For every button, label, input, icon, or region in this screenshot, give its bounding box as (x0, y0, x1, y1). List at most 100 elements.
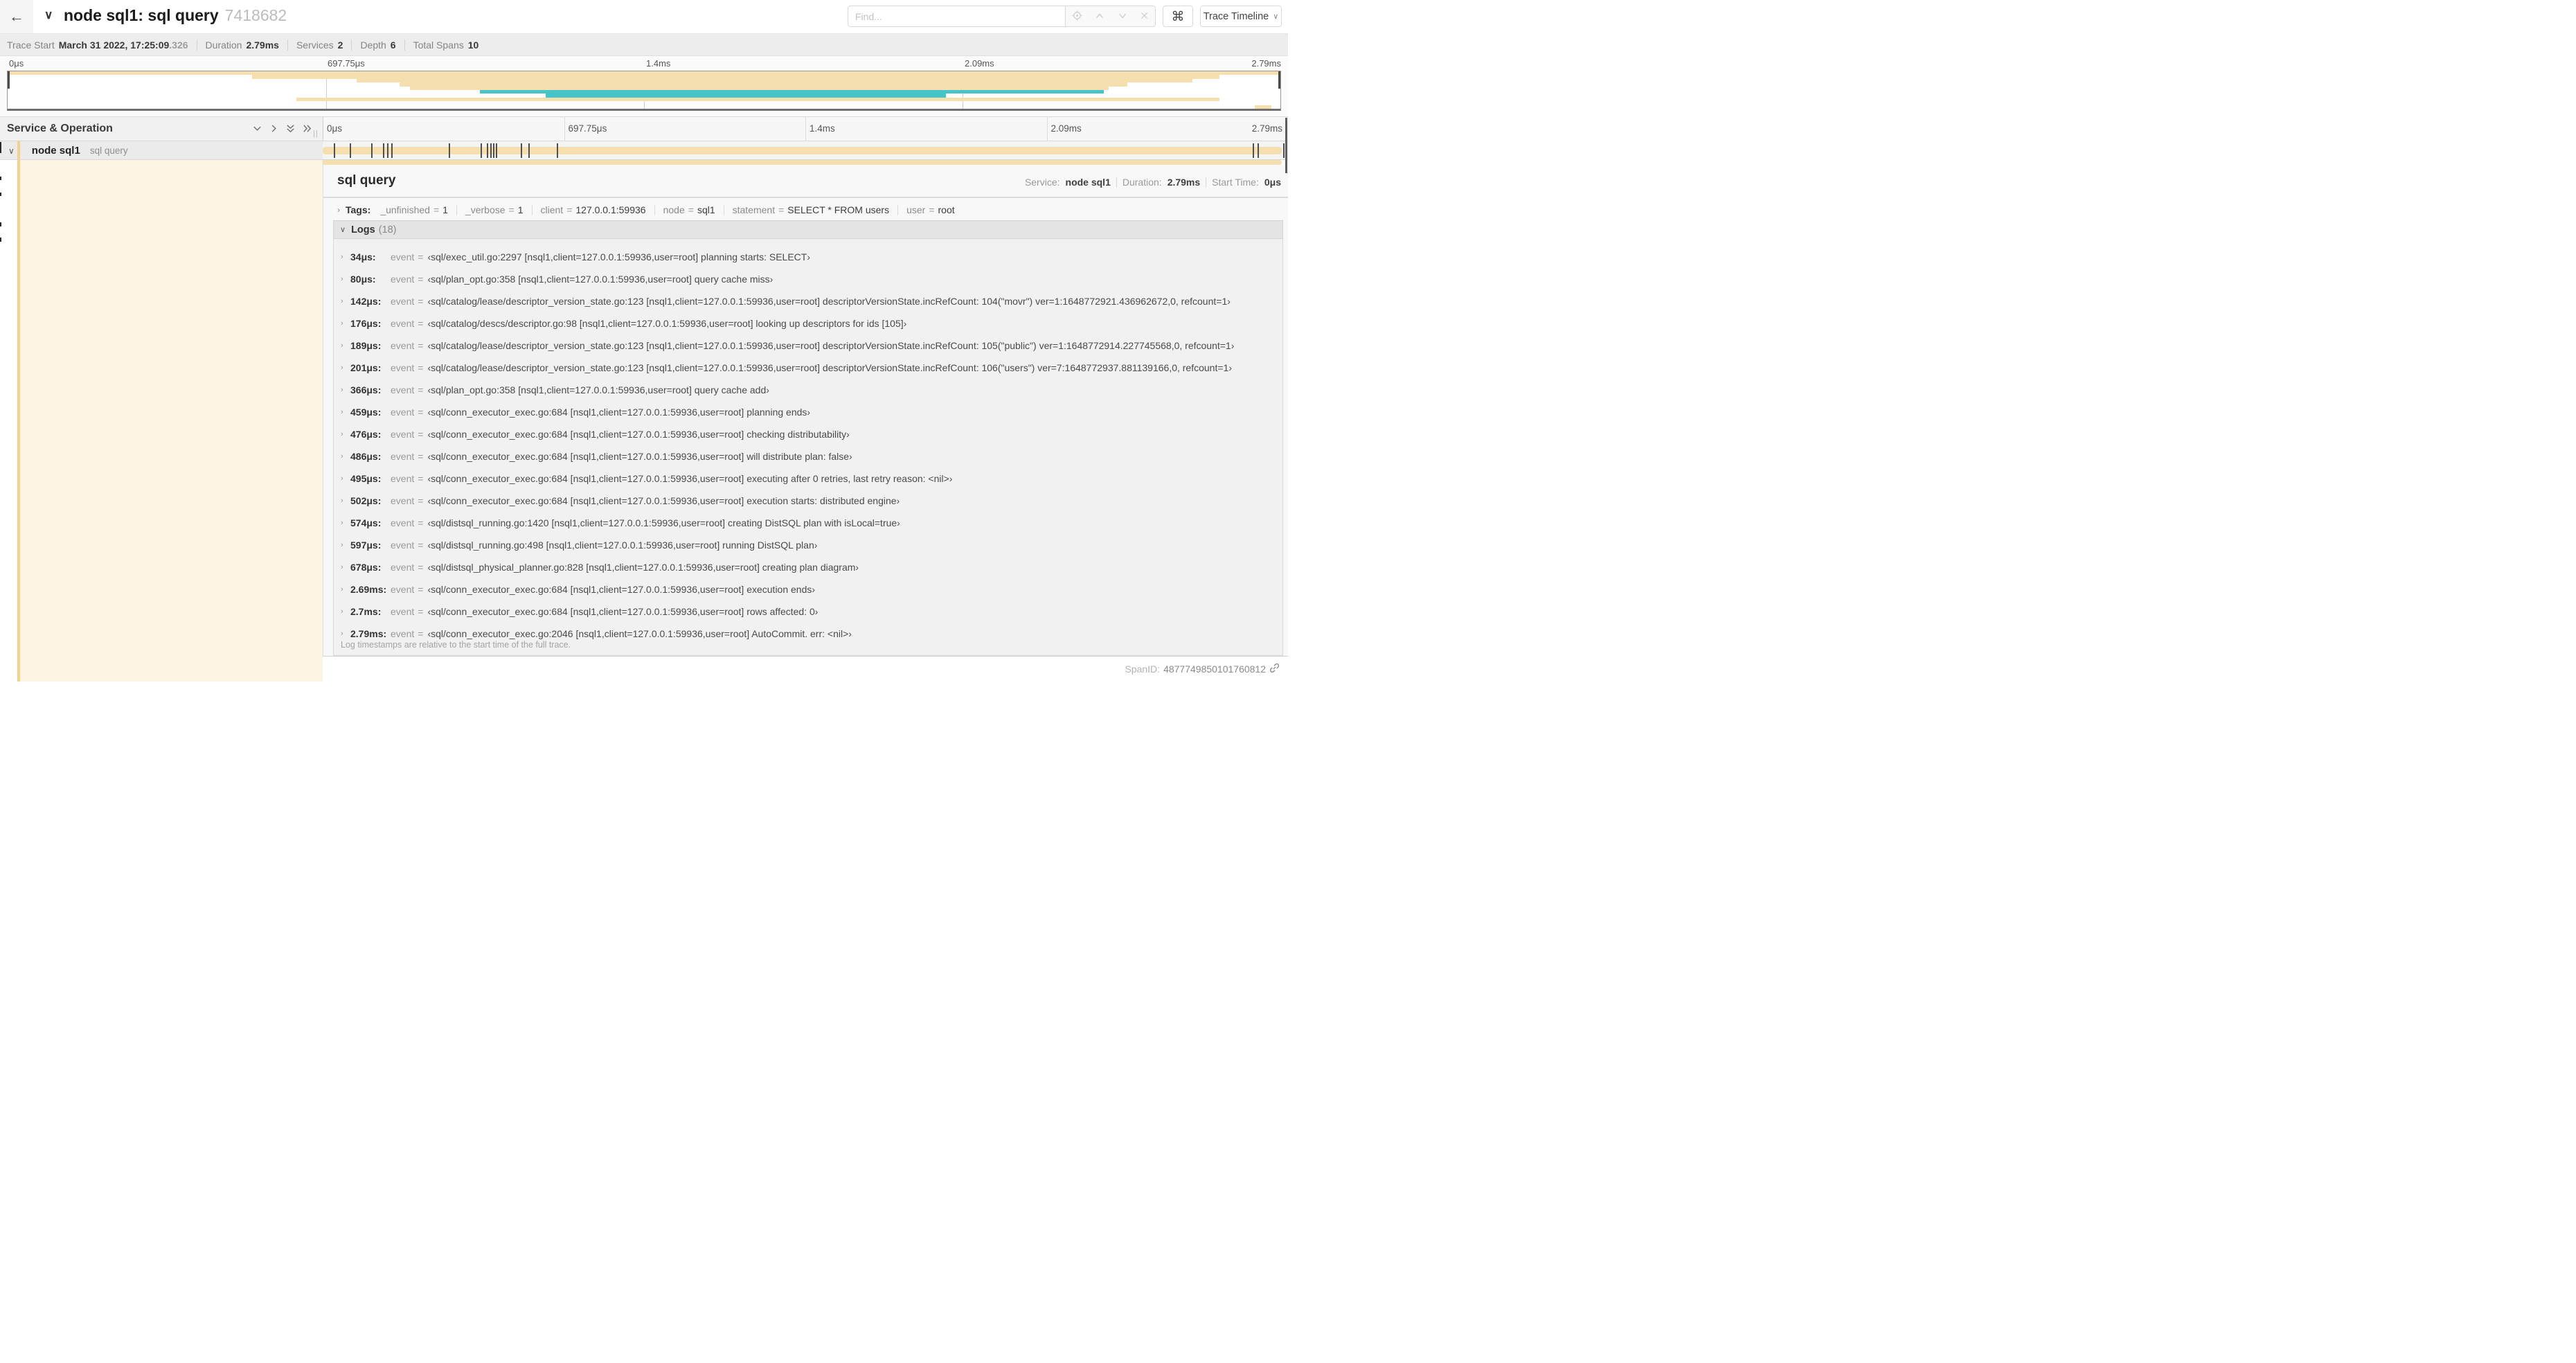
log-row[interactable]: › 189μs: event = ‹sql/catalog/lease/descript… (341, 338, 1234, 353)
detail-divider (323, 197, 1288, 198)
log-timestamp: 2.79ms: (350, 628, 387, 639)
expand-one-icon[interactable] (269, 123, 279, 134)
log-marker[interactable] (391, 143, 393, 158)
summary-label: Services (296, 39, 334, 51)
log-marker[interactable] (387, 143, 389, 158)
log-marker[interactable] (520, 143, 522, 158)
log-field-value: ‹sql/plan_opt.go:358 [nsql1,client=127.0… (427, 384, 769, 395)
collapse-all-icon[interactable] (285, 123, 296, 134)
log-row[interactable]: › 495μs: event = ‹sql/conn_executor_exec.go:… (341, 471, 952, 486)
trace-collapse-icon[interactable]: ∨ (44, 8, 53, 22)
log-field-key: event (391, 451, 415, 462)
minimap-tick-label: 697.75μs (328, 58, 365, 69)
column-resizer-grip[interactable]: || (313, 130, 319, 138)
log-row[interactable]: › 2.7ms: event = ‹sql/conn_executor_exec.go:… (341, 604, 818, 619)
find-prev-icon[interactable] (1095, 11, 1104, 22)
log-marker[interactable] (350, 143, 351, 158)
minimap-canvas[interactable] (7, 71, 1281, 111)
span-duration-bar[interactable] (323, 147, 1282, 154)
log-field-value: ‹sql/conn_executor_exec.go:684 [nsql1,cl… (427, 429, 850, 440)
log-row[interactable]: › 486μs: event = ‹sql/conn_executor_exec.go:… (341, 449, 852, 464)
spanid-value: 4877749850101760812 (1163, 663, 1266, 675)
detail-meta-label: Service: (1024, 177, 1060, 188)
log-row[interactable]: › 597μs: event = ‹sql/distsql_running.go:498… (341, 537, 817, 553)
link-icon[interactable] (1269, 663, 1280, 675)
log-timestamp: 495μs: (350, 473, 382, 484)
chevron-right-icon: › (341, 430, 343, 438)
log-field-key: event (391, 296, 415, 307)
tags-title: Tags: (346, 204, 371, 215)
log-row[interactable]: › 176μs: event = ‹sql/catalog/descs/descript… (341, 316, 906, 331)
log-row[interactable]: › 678μs: event = ‹sql/distsql_physical_plann… (341, 560, 859, 575)
log-timestamp: 597μs: (350, 540, 382, 551)
log-row[interactable]: › 459μs: event = ‹sql/conn_executor_exec.go:… (341, 404, 810, 420)
log-field-value: ‹sql/conn_executor_exec.go:684 [nsql1,cl… (427, 407, 811, 418)
tag-value: 1 (517, 204, 524, 215)
find-clear-icon[interactable] (1140, 11, 1149, 21)
keyboard-shortcuts-button[interactable]: ⌘ (1163, 6, 1193, 27)
log-row[interactable]: › 201μs: event = ‹sql/catalog/lease/descript… (341, 360, 1232, 375)
log-marker[interactable] (1252, 143, 1254, 158)
log-row[interactable]: › 80μs: event = ‹sql/plan_opt.go:358 [nsql1,… (341, 271, 773, 287)
log-marker[interactable] (1258, 143, 1260, 158)
equals-sign: = (418, 384, 424, 395)
locate-icon[interactable] (1072, 10, 1082, 22)
expand-all-icon[interactable] (302, 123, 312, 134)
log-marker[interactable] (334, 143, 335, 158)
log-row[interactable]: › 574μs: event = ‹sql/distsql_running.go:142… (341, 515, 900, 531)
log-marker[interactable] (528, 143, 530, 158)
log-marker[interactable] (493, 143, 495, 158)
equals-sign: = (566, 204, 573, 215)
span-row[interactable]: ∨ node sql1 sql query (0, 141, 1288, 160)
log-marker[interactable] (481, 143, 483, 158)
log-row[interactable]: › 366μs: event = ‹sql/plan_opt.go:358 [nsql1… (341, 382, 769, 398)
equals-sign: = (929, 204, 935, 215)
equals-sign: = (433, 204, 440, 215)
equals-sign: = (508, 204, 515, 215)
log-row[interactable]: › 2.69ms: event = ‹sql/conn_executor_exec.go… (341, 582, 815, 597)
back-button[interactable]: ← (0, 0, 33, 33)
page-title: node sql1: sql query 7418682 (64, 6, 287, 25)
log-row[interactable]: › 502μs: event = ‹sql/conn_executor_exec.go:… (341, 493, 900, 508)
chevron-down-icon[interactable]: ∨ (8, 146, 15, 156)
log-row[interactable]: › 34μs: event = ‹sql/exec_util.go:2297 [nsql… (341, 249, 810, 265)
log-row[interactable]: › 476μs: event = ‹sql/conn_executor_exec.go:… (341, 427, 850, 442)
summary-value: 2 (337, 39, 343, 51)
log-marker[interactable] (486, 143, 488, 158)
minimap-right-scrubber[interactable] (1278, 71, 1280, 89)
log-marker[interactable] (448, 143, 450, 158)
span-detail-meta: Service: node sql1 Duration: 2.79ms Start … (1025, 177, 1281, 188)
summary-value: 10 (467, 39, 479, 51)
logs-header[interactable]: ∨ Logs (18) (333, 220, 1283, 239)
find-input[interactable] (848, 6, 1065, 27)
log-marker[interactable] (556, 143, 558, 158)
trace-timeline-page: ← ∨ node sql1: sql query 7418682 ⌘ Trace … (0, 0, 1288, 682)
log-marker[interactable] (495, 143, 497, 158)
tag-key: user (906, 204, 926, 215)
collapse-one-icon[interactable] (252, 123, 262, 134)
minimap-tick-label: 1.4ms (646, 58, 671, 69)
span-row-name-column[interactable]: ∨ node sql1 sql query (0, 141, 323, 160)
equals-sign: = (688, 204, 694, 215)
log-row[interactable]: › 142μs: event = ‹sql/catalog/lease/descript… (341, 294, 1231, 309)
tags-row[interactable]: › Tags: _unfinished = 1 _verbose = 1 client = 12… (337, 202, 1279, 218)
log-field-key: event (391, 584, 415, 595)
span-service-name: node sql1 (31, 145, 80, 157)
back-arrow-icon: ← (9, 8, 24, 25)
ruler-tick-label: 1.4ms (810, 123, 835, 134)
span-row-track[interactable] (323, 141, 1288, 160)
view-options-button[interactable]: Trace Timeline ∨ (1200, 6, 1282, 27)
log-marker[interactable] (490, 143, 492, 158)
log-row[interactable]: › 2.79ms: event = ‹sql/conn_executor_exec.go… (341, 626, 852, 641)
summary-value: March 31 2022, 17:25:09 (58, 39, 170, 51)
equals-sign: = (418, 517, 424, 528)
log-marker[interactable] (382, 143, 384, 158)
log-marker[interactable] (370, 143, 373, 158)
summary-label: Total Spans (413, 39, 464, 51)
find-next-icon[interactable] (1118, 11, 1127, 22)
equals-sign: = (418, 407, 424, 418)
service-color-accent (17, 160, 20, 682)
vertical-scrollbar-thumb[interactable] (1285, 118, 1287, 173)
log-field-key: event (391, 340, 415, 351)
minimap-left-scrubber[interactable] (8, 71, 10, 89)
